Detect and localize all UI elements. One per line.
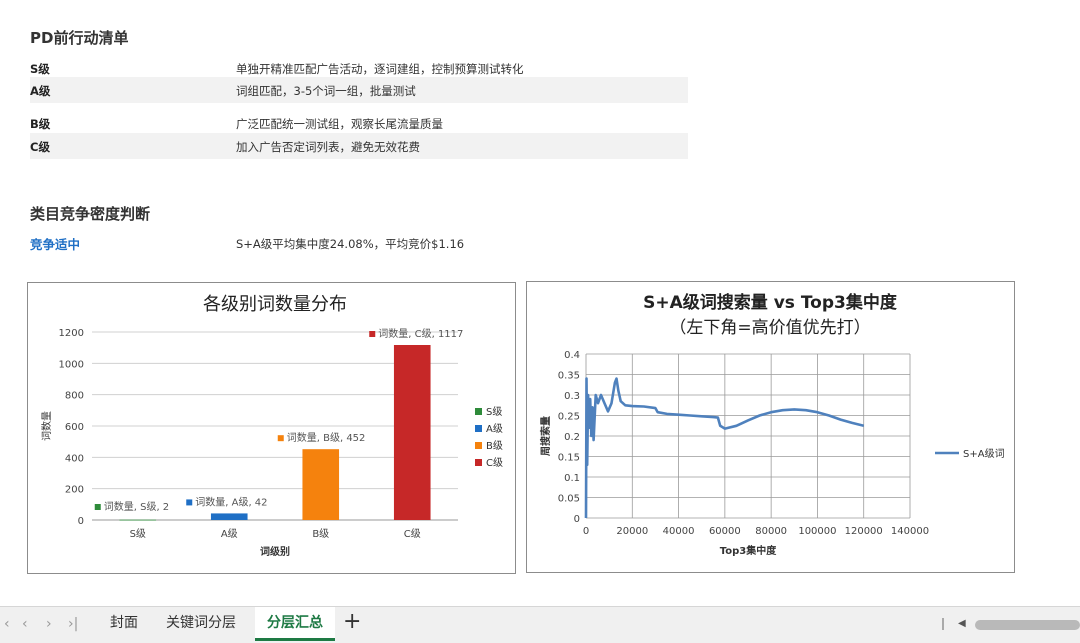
level-desc: 单独开精准匹配广告活动，逐词建组，控制预算测试转化 xyxy=(236,62,524,76)
scroll-divider xyxy=(942,618,944,630)
add-sheet-button[interactable]: + xyxy=(343,609,361,634)
legend-key xyxy=(475,425,482,432)
data-label: 词数量, B级, 452 xyxy=(287,431,366,444)
competition-label[interactable]: 竞争适中 xyxy=(30,234,80,253)
bar-C级 xyxy=(393,345,431,520)
x-tick-label: S级 xyxy=(130,528,146,540)
bar-A级 xyxy=(210,513,248,520)
chart-title: 各级别词数量分布 xyxy=(203,294,347,315)
action-row-c[interactable]: C级 加入广告否定词列表，避免无效花费 xyxy=(30,133,688,159)
actions-title: PD前行动清单 xyxy=(30,29,129,47)
legend-label: S级 xyxy=(486,406,502,418)
line-chart[interactable]: S+A级词搜索量 vs Top3集中度 （左下角=高价值优先打） 0 0.05 0.1 0… xyxy=(526,281,1015,573)
bar-B级 xyxy=(302,449,340,520)
tab-cover[interactable]: 封面 xyxy=(110,607,138,641)
y-tick-label: 1200 xyxy=(59,328,84,339)
level-label: B级 xyxy=(30,117,51,131)
chart-title: S+A级词搜索量 vs Top3集中度 xyxy=(643,292,898,313)
x-tick-label: 40000 xyxy=(663,526,695,537)
legend-label: B级 xyxy=(486,440,503,452)
bar-S级 xyxy=(119,519,157,521)
level-label: A级 xyxy=(30,84,51,98)
x-tick-label: 0 xyxy=(583,526,589,537)
horizontal-scrollbar-thumb[interactable] xyxy=(975,620,1080,630)
y-tick-label: 600 xyxy=(65,422,84,433)
level-label: S级 xyxy=(30,62,50,76)
x-tick-label: A级 xyxy=(221,528,238,540)
bar-chart-svg: 各级别词数量分布020040060080010001200S级词数量, S级, … xyxy=(40,294,503,558)
spreadsheet-sheet: PD前行动清单 S级 单独开精准匹配广告活动，逐词建组，控制预算测试转化 A级 … xyxy=(0,0,1080,606)
x-tick-label: 140000 xyxy=(891,526,929,537)
data-label: 词数量, S级, 2 xyxy=(104,500,169,513)
y-tick-label: 0.35 xyxy=(558,371,580,382)
data-label-key xyxy=(277,435,284,442)
level-desc: 词组匹配，3-5个词一组，批量测试 xyxy=(236,84,416,98)
last-sheet-button[interactable]: ›| xyxy=(68,616,78,632)
scroll-left-icon[interactable]: ◀ xyxy=(958,618,966,629)
prev-sheet-button[interactable]: ‹ xyxy=(22,616,28,632)
x-axis-title: 词级别 xyxy=(260,545,290,558)
legend-label: A级 xyxy=(486,423,503,435)
competition-title: 类目竞争密度判断 xyxy=(30,205,151,223)
y-tick-label: 0.3 xyxy=(564,391,580,402)
level-desc: 加入广告否定词列表，避免无效花费 xyxy=(236,140,420,154)
line-chart-svg: S+A级词搜索量 vs Top3集中度 （左下角=高价值优先打） 0 0.05 0.1 0… xyxy=(539,292,1005,557)
legend-key xyxy=(475,408,482,415)
y-tick-label: 0.25 xyxy=(558,412,580,423)
x-axis-title: Top3集中度 xyxy=(720,544,777,557)
data-label-key xyxy=(94,504,101,510)
legend-label: S+A级词 xyxy=(963,448,1005,460)
y-tick-label: 0.2 xyxy=(564,432,580,443)
y-tick-label: 0 xyxy=(574,514,580,525)
y-tick-label: 800 xyxy=(65,391,84,402)
data-label-key xyxy=(369,331,376,338)
x-tick-label: 80000 xyxy=(755,526,787,537)
y-tick-label: 0.4 xyxy=(564,350,580,361)
x-tick-label: C级 xyxy=(404,528,421,540)
action-row-a[interactable]: A级 词组匹配，3-5个词一组，批量测试 xyxy=(30,77,688,103)
y-tick-label: 0.15 xyxy=(558,453,580,464)
level-label: C级 xyxy=(30,140,50,154)
data-label: 词数量, A级, 42 xyxy=(195,495,267,508)
x-tick-label: 60000 xyxy=(709,526,741,537)
data-label-key xyxy=(186,499,193,506)
y-tick-label: 0 xyxy=(78,516,84,527)
y-tick-label: 1000 xyxy=(59,359,84,370)
chart-subtitle: （左下角=高价值优先打） xyxy=(669,318,870,338)
x-tick-label: 100000 xyxy=(798,526,836,537)
bar-chart[interactable]: 各级别词数量分布 0 200 400 600 800 1000 1200 S级 词数量, S级, … xyxy=(27,282,516,574)
x-tick-label: 120000 xyxy=(845,526,883,537)
x-tick-label: 20000 xyxy=(616,526,648,537)
y-axis-title: 词数量 xyxy=(40,411,53,441)
first-sheet-button[interactable]: ‹ xyxy=(4,616,10,632)
next-sheet-button[interactable]: › xyxy=(46,616,52,632)
legend-key xyxy=(475,442,482,449)
x-tick-label: B级 xyxy=(312,528,329,540)
y-axis-title: 周搜索量 xyxy=(539,416,552,456)
y-tick-label: 200 xyxy=(65,485,84,496)
sheet-tab-bar: ‹ ‹ › ›| 封面 关键词分层 分层汇总 + ◀ xyxy=(0,606,1080,643)
y-tick-label: 0.1 xyxy=(564,473,580,484)
legend-key xyxy=(475,459,482,466)
y-tick-label: 0.05 xyxy=(558,494,580,505)
tab-tier-summary[interactable]: 分层汇总 xyxy=(255,607,335,641)
level-desc: 广泛匹配统一测试组，观察长尾流量质量 xyxy=(236,117,443,131)
data-label: 词数量, C级, 1117 xyxy=(378,327,463,340)
competition-desc: S+A级平均集中度24.08%，平均竞价$1.16 xyxy=(236,237,465,251)
tab-keyword-tiers[interactable]: 关键词分层 xyxy=(166,607,236,641)
legend-label: C级 xyxy=(486,457,503,469)
y-tick-label: 400 xyxy=(65,453,84,464)
